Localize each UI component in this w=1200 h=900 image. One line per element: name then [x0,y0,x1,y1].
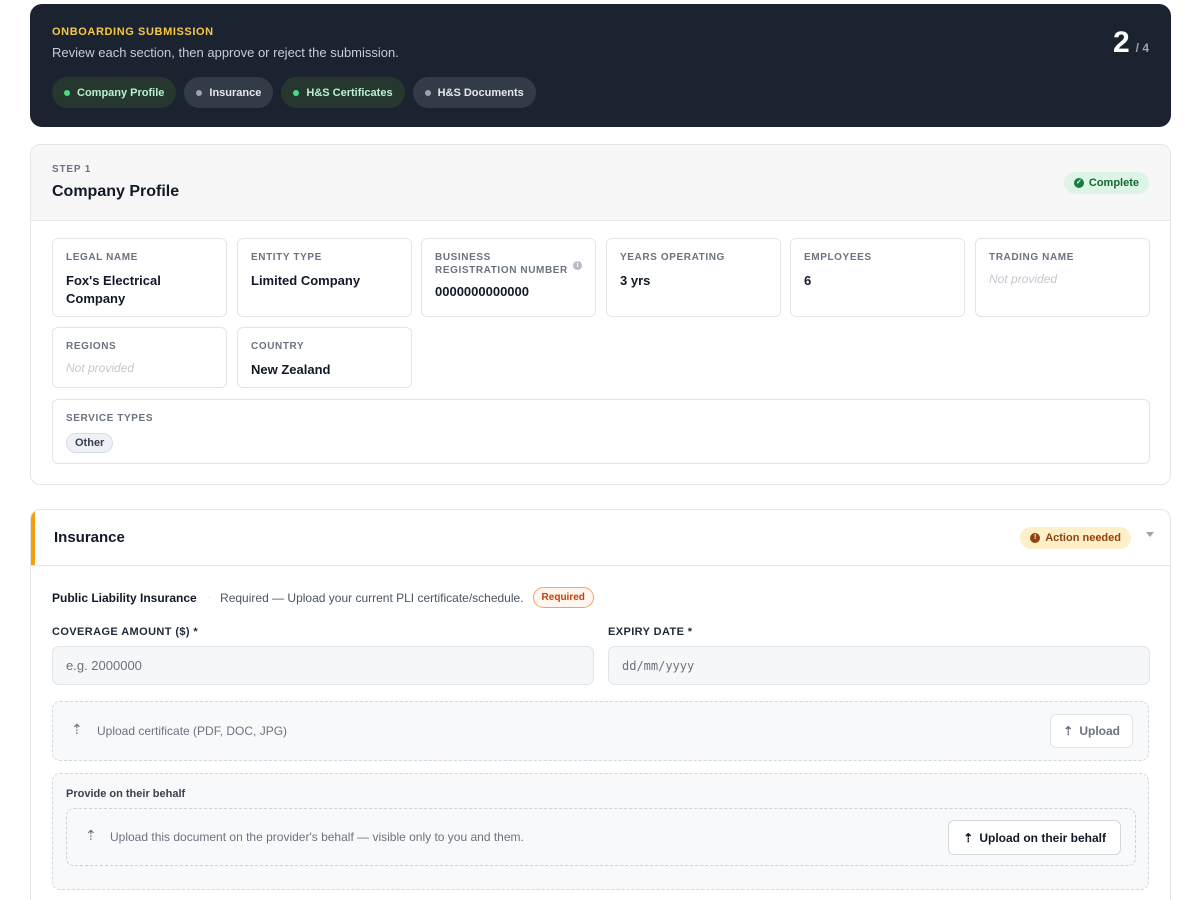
step-total: / 4 [1135,41,1149,55]
field-value: Fox's Electrical Company [66,273,161,306]
field-business-registration: BUSINESS REGISTRATION NUMBER i 000000000… [421,238,596,317]
field-label: BUSINESS REGISTRATION NUMBER [435,252,568,276]
step-pill-hs-documents[interactable]: H&S Documents [412,77,536,108]
company-profile-header: STEP 1 Company Profile ✓ Complete [31,145,1170,221]
status-dot-icon [293,89,300,96]
step-pill-hs-certificates[interactable]: H&S Certificates [281,77,405,108]
field-label: YEARS OPERATING [620,252,725,263]
field-value: Limited Company [251,273,361,288]
behalf-hint: Upload this document on the provider's b… [110,830,524,844]
section-title: Insurance [54,529,125,546]
expiry-date-input[interactable]: dd/mm/yyyy [608,646,1150,685]
insurance-card: Insurance ! Action needed Public Liabili… [30,509,1171,900]
separator-dot-icon: · [207,592,212,603]
header-kicker: ONBOARDING SUBMISSION [52,26,214,38]
step-pill-label: Insurance [209,86,262,99]
step-counter: 2 / 4 [1113,26,1149,60]
field-label: SERVICE TYPES [66,413,154,424]
required-badge: Required [532,587,594,608]
step-pill-label: Company Profile [77,86,165,99]
coverage-amount-input[interactable]: e.g. 2000000 [52,646,594,685]
field-value: 0000000000000 [435,284,529,299]
behalf-title: Provide on their behalf [66,788,186,800]
upload-hint: Upload certificate (PDF, DOC, JPG) [97,724,288,738]
coverage-amount-label: COVERAGE AMOUNT ($) * [52,626,199,638]
step-pill-insurance[interactable]: Insurance [184,77,274,108]
provide-on-behalf-panel: Provide on their behalf ⇡ Upload this do… [52,773,1149,890]
field-years-operating: YEARS OPERATING 3 yrs [606,238,781,317]
step-pills: Company Profile Insurance H&S Certificat… [52,77,1149,108]
field-country: COUNTRY New Zealand [237,327,412,388]
field-label: LEGAL NAME [66,252,138,263]
step-pill-company-profile[interactable]: Company Profile [52,77,177,108]
upload-on-behalf-button[interactable]: ⇡ Upload on their behalf [948,820,1121,855]
field-label: COUNTRY [251,341,305,352]
action-needed-badge: ! Action needed [1020,527,1131,549]
company-profile-card: STEP 1 Company Profile ✓ Complete LEGAL … [30,144,1171,485]
expiry-date-label: EXPIRY DATE * [608,626,693,638]
field-label: EMPLOYEES [804,252,872,263]
complete-badge-label: Complete [1088,177,1139,189]
section-title: Company Profile [52,183,180,200]
upload-icon: ⇡ [1063,724,1074,738]
pli-description: Required — Upload your current PLI certi… [220,590,524,605]
upload-icon: ⇡ [71,721,83,737]
check-circle-icon: ✓ [1073,178,1084,188]
step-pill-label: H&S Certificates [306,86,393,99]
insurance-header[interactable]: Insurance ! Action needed [31,510,1170,566]
field-value: 3 yrs [620,273,651,288]
pli-requirement-row: Public Liability Insurance · Required — … [52,587,594,608]
status-dot-icon [64,89,70,96]
pli-title: Public Liability Insurance [52,590,197,605]
upload-on-behalf-label: Upload on their behalf [979,830,1106,845]
field-value: New Zealand [251,362,331,377]
field-trading-name: TRADING NAME Not provided [975,238,1150,317]
field-regions: REGIONS Not provided [52,327,227,388]
upload-icon: ⇡ [85,827,97,843]
action-badge-label: Action needed [1045,532,1121,544]
step-label: STEP 1 [52,164,92,175]
field-label: REGIONS [66,341,117,352]
service-type-tag: Other [66,433,114,453]
alert-circle-icon: ! [1030,533,1041,543]
complete-badge: ✓ Complete [1063,172,1149,194]
info-icon[interactable]: i [573,261,582,270]
upload-button-label: Upload [1079,724,1120,738]
chevron-down-icon[interactable] [1146,532,1154,537]
field-service-types: SERVICE TYPES Other [52,399,1150,464]
certificate-upload-dropzone[interactable]: ⇡ Upload certificate (PDF, DOC, JPG) ⇡ U… [52,701,1149,761]
status-dot-icon [424,89,431,96]
field-legal-name: LEGAL NAME Fox's Electrical Company [52,238,227,317]
field-label: TRADING NAME [989,252,1074,263]
field-value-empty: Not provided [66,361,135,375]
field-employees: EMPLOYEES 6 [790,238,965,317]
behalf-upload-dropzone[interactable]: ⇡ Upload this document on the provider's… [66,808,1136,866]
field-value: 6 [804,273,812,288]
header-subtitle: Review each section, then approve or rej… [52,45,399,60]
submission-header: ONBOARDING SUBMISSION Review each sectio… [30,4,1171,127]
step-current: 2 [1112,26,1130,59]
step-pill-label: H&S Documents [437,86,524,99]
status-dot-icon [196,89,203,96]
upload-button[interactable]: ⇡ Upload [1050,714,1133,748]
upload-icon: ⇡ [963,830,974,845]
field-value-empty: Not provided [989,272,1058,286]
field-entity-type: ENTITY TYPE Limited Company [237,238,412,317]
field-label: ENTITY TYPE [251,252,322,263]
